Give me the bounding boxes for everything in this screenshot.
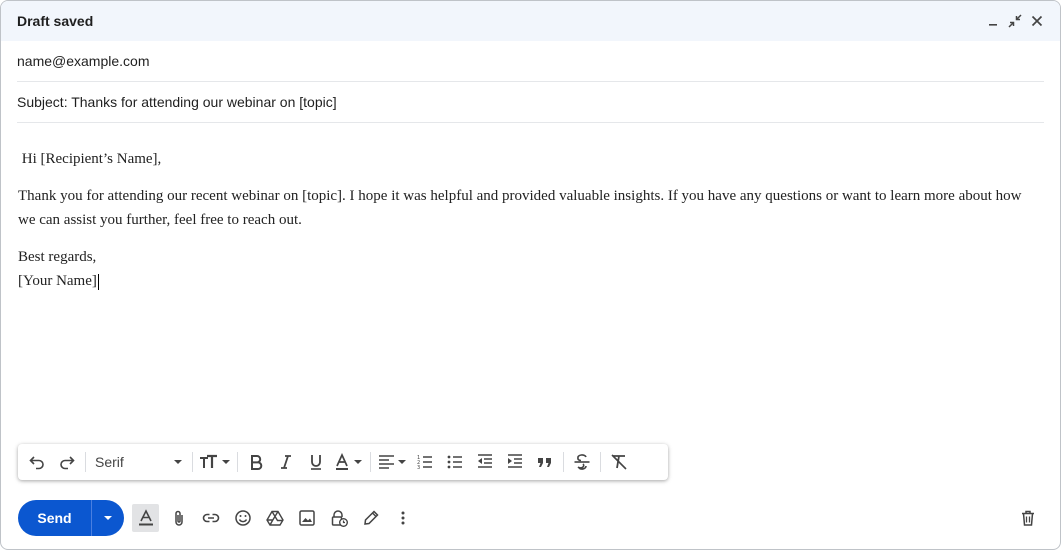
formatting-options-button[interactable] [132, 504, 159, 532]
text-cursor [97, 273, 99, 290]
toolbar-divider [85, 452, 86, 472]
emoji-icon [235, 510, 251, 526]
discard-draft-button[interactable] [1012, 502, 1044, 534]
image-icon [299, 510, 315, 526]
signature-block: Best regards, [Your Name] [18, 245, 1030, 293]
toolbar-divider [370, 452, 371, 472]
numbered-list-button[interactable]: 123 [410, 448, 440, 476]
toolbar-divider [237, 452, 238, 472]
exit-fullscreen-icon[interactable] [1006, 12, 1024, 30]
recipient-address: name@example.com [17, 53, 150, 69]
toolbar-divider [600, 452, 601, 472]
signature-line: [Your Name] [18, 273, 97, 289]
compose-titlebar[interactable]: Draft saved [1, 1, 1060, 41]
bold-button[interactable] [241, 448, 271, 476]
trash-icon [1022, 510, 1034, 526]
bold-icon [251, 455, 263, 470]
remove-formatting-button[interactable] [604, 448, 634, 476]
window-controls [984, 12, 1046, 30]
drive-icon [266, 510, 284, 526]
to-field[interactable]: name@example.com [17, 41, 1044, 82]
svg-text:3: 3 [417, 465, 420, 471]
dropdown-arrow-icon [174, 460, 182, 464]
underline-icon [311, 455, 321, 470]
strikethrough-button[interactable] [567, 448, 597, 476]
subject-text: Subject: Thanks for attending our webina… [17, 94, 337, 110]
text-size-icon [200, 454, 230, 468]
formatting-toolbar: Serif 123 [18, 444, 668, 480]
insert-emoji-button[interactable] [227, 502, 259, 534]
send-options-button[interactable] [91, 500, 124, 536]
close-icon[interactable] [1028, 12, 1046, 30]
message-body[interactable]: Hi [Recipient’s Name], Thank you for att… [18, 147, 1030, 306]
font-size-button[interactable] [196, 448, 234, 476]
align-left-icon [379, 455, 406, 469]
indent-less-button[interactable] [470, 448, 500, 476]
bulleted-list-button[interactable] [440, 448, 470, 476]
text-color-icon [336, 453, 362, 470]
link-icon [202, 513, 220, 523]
compose-window: Draft saved name@example.com Subject: Th… [0, 0, 1061, 550]
clear-formatting-icon [611, 454, 627, 470]
quote-icon [538, 458, 551, 467]
indent-less-icon [478, 454, 492, 468]
insert-signature-button[interactable] [355, 502, 387, 534]
lock-clock-icon [331, 510, 348, 527]
body-paragraph: Thank you for attending our recent webin… [18, 188, 1022, 228]
text-format-icon [138, 509, 153, 526]
quote-button[interactable] [530, 448, 560, 476]
minimize-icon[interactable] [984, 12, 1002, 30]
text-color-button[interactable] [331, 448, 367, 476]
window-title: Draft saved [17, 13, 94, 29]
indent-more-icon [508, 454, 522, 468]
attach-files-button[interactable] [163, 502, 195, 534]
compose-bottom-bar: Send [18, 500, 1044, 536]
insert-link-button[interactable] [195, 502, 227, 534]
redo-button[interactable] [52, 448, 82, 476]
font-family-select[interactable]: Serif [89, 448, 189, 476]
greeting-line: Hi [Recipient’s Name], [21, 151, 162, 167]
toolbar-divider [192, 452, 193, 472]
bulleted-list-icon [447, 455, 462, 469]
undo-button[interactable] [22, 448, 52, 476]
send-button-group: Send [18, 500, 124, 536]
closing-line: Best regards, [18, 249, 97, 265]
insert-drive-button[interactable] [259, 502, 291, 534]
italic-button[interactable] [271, 448, 301, 476]
more-options-button[interactable] [387, 502, 419, 534]
underline-button[interactable] [301, 448, 331, 476]
chevron-down-icon [104, 516, 112, 520]
send-button[interactable]: Send [18, 500, 91, 536]
pen-icon [364, 510, 379, 525]
paperclip-icon [175, 510, 183, 526]
strikethrough-icon [574, 454, 590, 470]
italic-icon [281, 455, 291, 469]
align-button[interactable] [374, 448, 410, 476]
insert-photo-button[interactable] [291, 502, 323, 534]
subject-field[interactable]: Subject: Thanks for attending our webina… [17, 82, 1044, 123]
indent-more-button[interactable] [500, 448, 530, 476]
confidential-mode-button[interactable] [323, 502, 355, 534]
toolbar-divider [563, 452, 564, 472]
font-family-value: Serif [95, 454, 124, 470]
numbered-list-icon: 123 [417, 455, 432, 471]
more-vert-icon [401, 511, 405, 525]
